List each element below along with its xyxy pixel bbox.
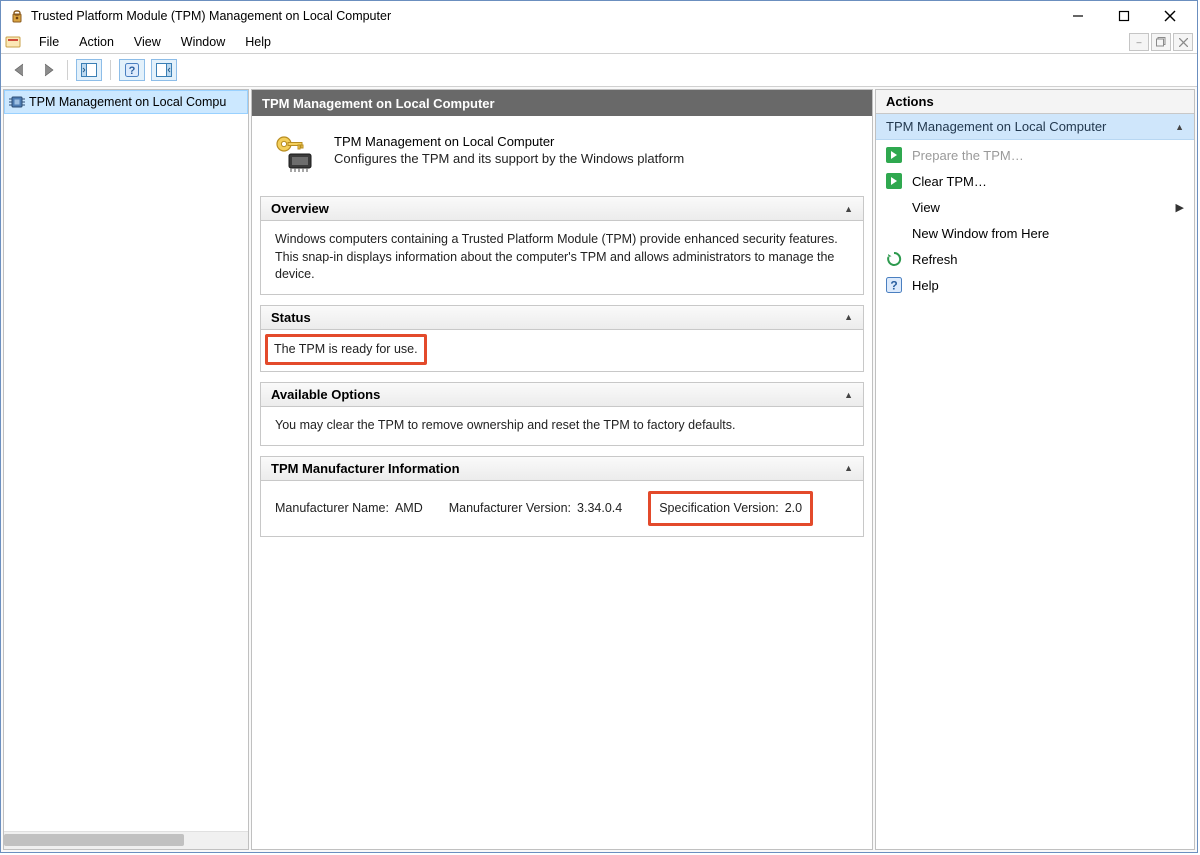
actions-list: Prepare the TPM… Clear TPM… View ▶ New W…: [876, 140, 1194, 300]
tree-item-label: TPM Management on Local Compu: [29, 95, 226, 109]
manufacturer-row: Manufacturer Name: AMD Manufacturer Vers…: [275, 491, 849, 527]
section-overview-label: Overview: [271, 201, 329, 216]
section-manufacturer-info: TPM Manufacturer Information ▲ Manufactu…: [260, 456, 864, 538]
details-header-label: TPM Management on Local Computer: [262, 96, 495, 111]
mdi-minimize[interactable]: –: [1129, 33, 1149, 51]
intro-description: Configures the TPM and its support by th…: [334, 151, 684, 166]
tree-item-tpm-management[interactable]: TPM Management on Local Compu: [4, 90, 248, 114]
tpm-mmc-window: Trusted Platform Module (TPM) Management…: [0, 0, 1198, 853]
action-clear-tpm[interactable]: Clear TPM…: [876, 168, 1194, 194]
section-status: Status ▲ The TPM is ready for use.: [260, 305, 864, 373]
section-overview: Overview ▲ Windows computers containing …: [260, 196, 864, 295]
section-overview-body: Windows computers containing a Trusted P…: [261, 221, 863, 294]
actions-context-label: TPM Management on Local Computer: [886, 119, 1106, 134]
action-new-window[interactable]: New Window from Here: [876, 220, 1194, 246]
menu-help[interactable]: Help: [235, 31, 281, 53]
close-button[interactable]: [1147, 1, 1193, 31]
main-area: TPM Management on Local Compu TPM Manage…: [1, 87, 1197, 852]
section-status-label: Status: [271, 310, 311, 325]
mfr-ver-label: Manufacturer Version:: [449, 500, 571, 518]
action-refresh[interactable]: Refresh: [876, 246, 1194, 272]
mdi-close[interactable]: [1173, 33, 1193, 51]
tpm-app-icon: [9, 8, 25, 24]
action-help-label: Help: [912, 278, 939, 293]
action-help[interactable]: ? Help: [876, 272, 1194, 298]
back-button[interactable]: [9, 59, 31, 81]
menu-action[interactable]: Action: [69, 31, 124, 53]
section-available-options: Available Options ▲ You may clear the TP…: [260, 382, 864, 446]
menu-window[interactable]: Window: [171, 31, 235, 53]
go-arrow-icon: [886, 173, 902, 189]
tree-horizontal-scrollbar[interactable]: [4, 831, 248, 849]
section-manufacturer-header[interactable]: TPM Manufacturer Information ▲: [261, 457, 863, 481]
section-options-header[interactable]: Available Options ▲: [261, 383, 863, 407]
action-refresh-label: Refresh: [912, 252, 958, 267]
show-hide-tree-button[interactable]: [76, 59, 102, 81]
mmc-icon: [5, 34, 21, 50]
maximize-button[interactable]: [1101, 1, 1147, 31]
collapse-caret-icon: ▲: [844, 312, 853, 322]
spec-ver-value: 2.0: [785, 500, 802, 518]
collapse-caret-icon: ▲: [844, 390, 853, 400]
blank-icon: [886, 199, 902, 215]
actions-context-header[interactable]: TPM Management on Local Computer ▲: [876, 114, 1194, 140]
actions-pane-title: Actions: [876, 90, 1194, 114]
action-view-label: View: [912, 200, 940, 215]
actions-pane: Actions TPM Management on Local Computer…: [875, 89, 1195, 850]
help-icon: ?: [886, 277, 902, 293]
collapse-caret-icon: ▲: [844, 204, 853, 214]
status-text: The TPM is ready for use.: [265, 334, 427, 366]
spec-ver-label: Specification Version:: [659, 500, 779, 518]
toolbar: ?: [1, 54, 1197, 87]
action-view[interactable]: View ▶: [876, 194, 1194, 220]
toolbar-separator-2: [110, 60, 111, 80]
svg-text:?: ?: [129, 65, 136, 77]
details-pane: TPM Management on Local Computer: [251, 89, 873, 850]
manufacturer-version: Manufacturer Version: 3.34.0.4: [449, 500, 622, 518]
show-hide-action-pane-button[interactable]: [151, 59, 177, 81]
intro-block: TPM Management on Local Computer Configu…: [260, 124, 864, 196]
minimize-button[interactable]: [1055, 1, 1101, 31]
menu-view[interactable]: View: [124, 31, 171, 53]
action-clear-label: Clear TPM…: [912, 174, 987, 189]
submenu-caret-icon: ▶: [1176, 201, 1184, 214]
section-options-label: Available Options: [271, 387, 380, 402]
window-title: Trusted Platform Module (TPM) Management…: [31, 9, 1055, 23]
mdi-restore[interactable]: [1151, 33, 1171, 51]
toolbar-separator: [67, 60, 68, 80]
section-manufacturer-label: TPM Manufacturer Information: [271, 461, 460, 476]
action-prepare-label: Prepare the TPM…: [912, 148, 1024, 163]
manufacturer-name: Manufacturer Name: AMD: [275, 500, 423, 518]
help-button[interactable]: ?: [119, 59, 145, 81]
collapse-caret-icon: ▲: [844, 463, 853, 473]
blank-icon: [886, 225, 902, 241]
scrollbar-thumb[interactable]: [4, 834, 184, 846]
tpm-key-chip-icon: [274, 134, 314, 174]
svg-text:?: ?: [890, 279, 897, 293]
refresh-icon: [886, 251, 902, 267]
intro-text: TPM Management on Local Computer Configu…: [334, 134, 684, 166]
mfr-name-value: AMD: [395, 500, 423, 518]
section-options-body: You may clear the TPM to remove ownershi…: [261, 407, 863, 445]
specification-version: Specification Version: 2.0: [648, 491, 813, 527]
title-bar: Trusted Platform Module (TPM) Management…: [1, 1, 1197, 31]
action-prepare-tpm[interactable]: Prepare the TPM…: [876, 142, 1194, 168]
menu-bar: File Action View Window Help –: [1, 31, 1197, 54]
tpm-chip-icon: [9, 94, 25, 110]
mfr-name-label: Manufacturer Name:: [275, 500, 389, 518]
section-overview-header[interactable]: Overview ▲: [261, 197, 863, 221]
action-new-window-label: New Window from Here: [912, 226, 1049, 241]
window-controls: [1055, 1, 1193, 31]
mfr-ver-value: 3.34.0.4: [577, 500, 622, 518]
menu-file[interactable]: File: [29, 31, 69, 53]
mdi-window-controls: –: [1129, 31, 1197, 53]
collapse-caret-icon: ▲: [1175, 122, 1184, 132]
details-pane-header: TPM Management on Local Computer: [252, 90, 872, 116]
intro-title: TPM Management on Local Computer: [334, 134, 684, 149]
go-arrow-icon: [886, 147, 902, 163]
console-tree: TPM Management on Local Compu: [3, 89, 249, 850]
section-status-header[interactable]: Status ▲: [261, 306, 863, 330]
forward-button[interactable]: [37, 59, 59, 81]
